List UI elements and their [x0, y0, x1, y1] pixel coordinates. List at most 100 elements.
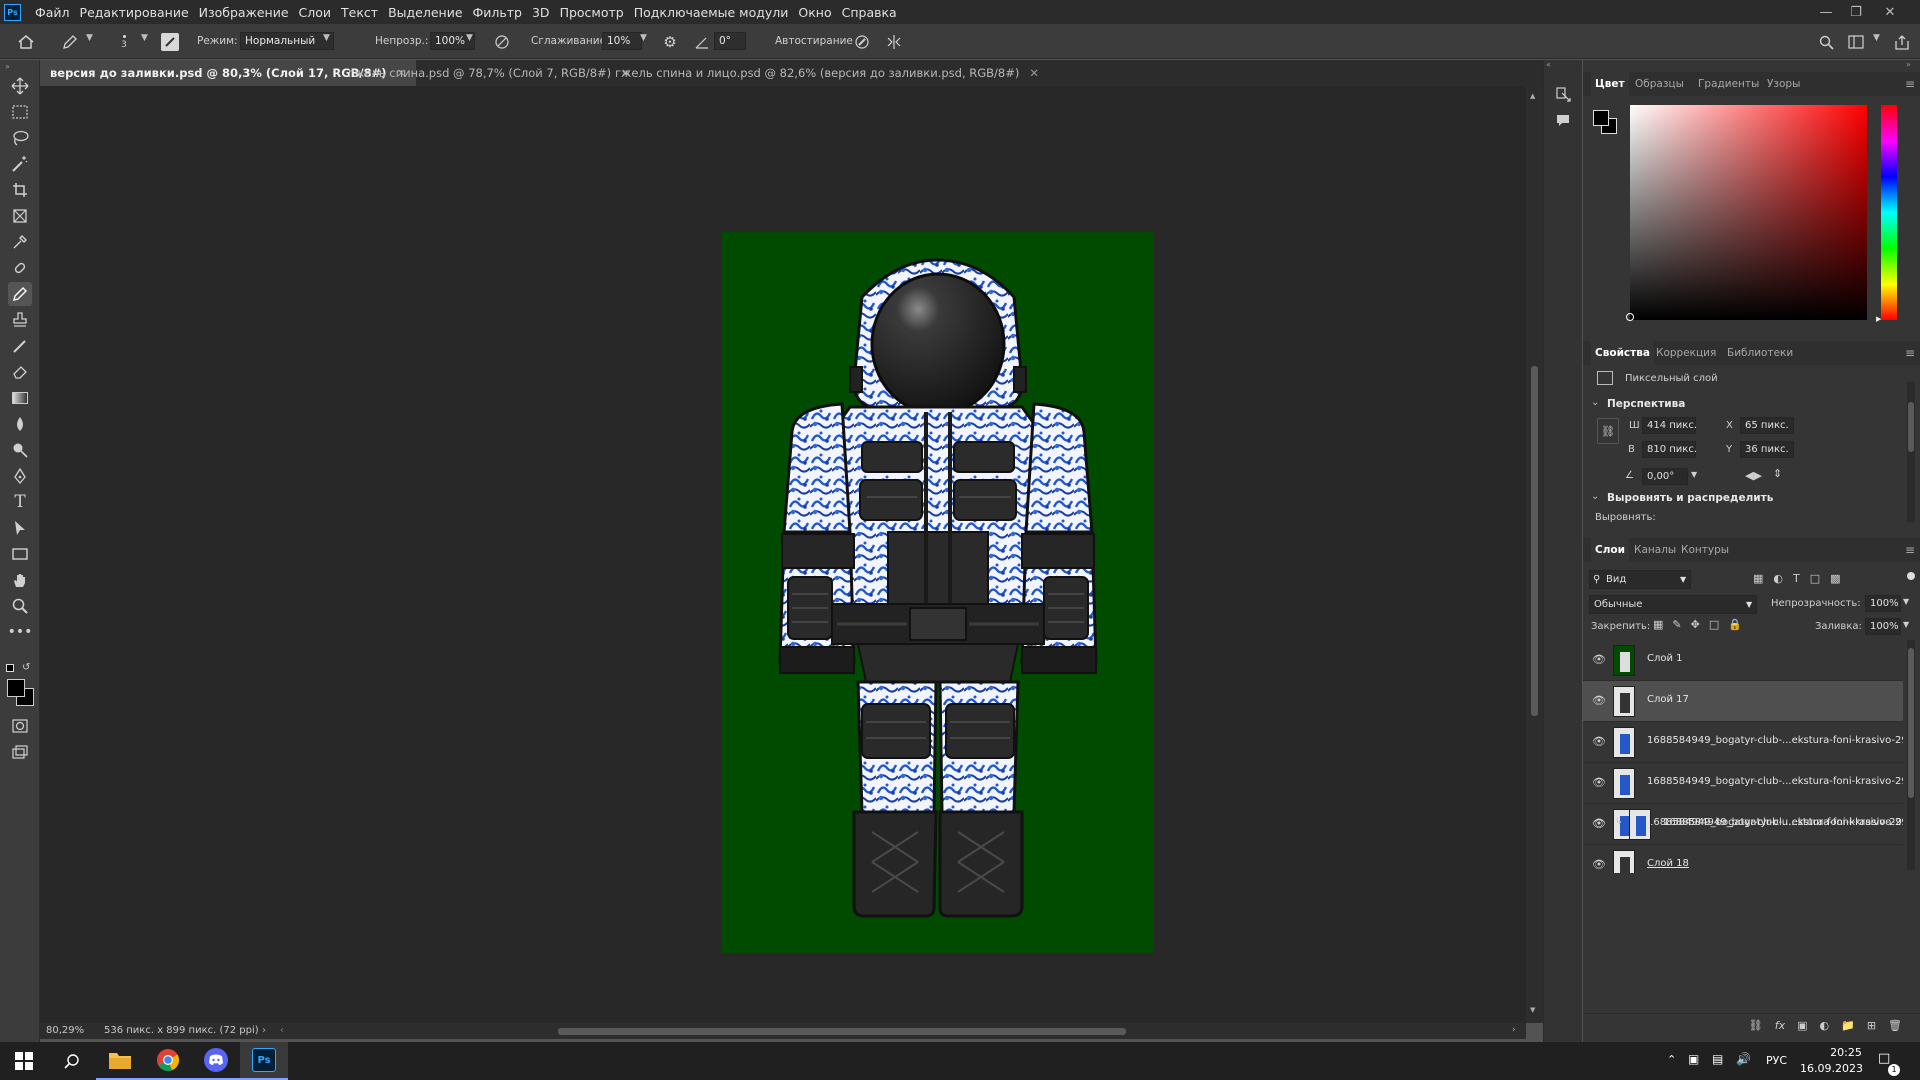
perspective-chevron-icon[interactable]: ⌄ [1591, 397, 1599, 408]
move-tool-icon[interactable] [8, 74, 32, 98]
status-menu-icon[interactable]: › [262, 1023, 266, 1039]
menu-select[interactable]: Выделение [383, 5, 467, 20]
discord-icon[interactable] [192, 1042, 240, 1080]
layer-filter-select[interactable]: ⚲ Вид ▼ [1589, 570, 1691, 589]
type-tool-icon[interactable]: T [8, 490, 32, 514]
tab-libraries[interactable]: Библиотеки [1727, 341, 1793, 365]
tab-properties[interactable]: Свойства [1591, 341, 1654, 365]
filter-toggle-icon[interactable] [1907, 572, 1915, 580]
color-foreground-swatch[interactable] [1593, 110, 1609, 126]
tab-patterns[interactable]: Узоры [1767, 72, 1800, 96]
visibility-eye-icon[interactable]: 👁 [1592, 735, 1606, 748]
volume-icon[interactable]: 🔊 [1736, 1052, 1751, 1066]
lock-pixels-icon[interactable]: ✎ [1672, 618, 1681, 631]
scroll-down-icon[interactable]: ▼ [1530, 1006, 1535, 1014]
layer-effects-icon[interactable]: fx [1775, 1019, 1785, 1032]
layer-name[interactable]: 1688584949_bogatyr-club-...ekstura-foni-… [1647, 735, 1903, 746]
more-tools-icon[interactable]: ••• [8, 620, 33, 644]
smoothing-dropdown-icon[interactable]: ▼ [640, 33, 647, 43]
panel-menu-icon[interactable]: ≡ [1905, 72, 1915, 96]
scroll-up-icon[interactable]: ▲ [1530, 92, 1535, 100]
lasso-tool-icon[interactable] [8, 126, 32, 150]
layers-scroll-thumb[interactable] [1908, 648, 1914, 798]
close-tab-icon[interactable]: ✕ [1029, 66, 1039, 80]
workspace-icon[interactable] [1846, 32, 1866, 52]
history-panel-icon[interactable] [1553, 84, 1573, 104]
mode-select[interactable]: Нормальный [240, 32, 334, 50]
tab-adjustments[interactable]: Коррекция [1656, 341, 1716, 365]
photoshop-taskbar-icon[interactable]: Ps [240, 1042, 288, 1080]
add-mask-icon[interactable]: ▣ [1797, 1019, 1807, 1032]
collapse-right-panels-icon[interactable]: » [1906, 60, 1911, 69]
close-window-icon[interactable]: ✕ [1876, 0, 1904, 24]
pencil-tool-icon[interactable] [8, 282, 32, 306]
tab-color[interactable]: Цвет [1591, 72, 1629, 96]
menu-3d[interactable]: 3D [527, 5, 555, 20]
marquee-tool-icon[interactable] [8, 100, 32, 124]
new-layer-icon[interactable]: ⊞ [1867, 1019, 1876, 1032]
color-picker-cursor[interactable] [1626, 313, 1634, 321]
lock-position-icon[interactable]: ✥ [1691, 618, 1700, 631]
height-input[interactable]: 810 пикс. [1642, 441, 1697, 458]
gradient-tool-icon[interactable] [8, 386, 32, 410]
visibility-eye-icon[interactable]: 👁 [1592, 776, 1606, 789]
vertical-scroll-thumb[interactable] [1531, 366, 1538, 716]
language-indicator[interactable]: РУС [1766, 1054, 1787, 1067]
properties-scrollbar[interactable] [1907, 382, 1915, 522]
zoom-tool-icon[interactable] [8, 594, 32, 618]
tab-layers[interactable]: Слои [1591, 538, 1629, 562]
smoothing-input[interactable]: 10% [602, 32, 642, 50]
fill-input[interactable]: 100% [1865, 618, 1901, 635]
pressure-size-icon[interactable] [852, 32, 872, 52]
properties-menu-icon[interactable]: ≡ [1905, 341, 1915, 365]
link-dimensions-icon[interactable]: ⛓ [1597, 418, 1619, 444]
eraser-tool-icon[interactable] [8, 360, 32, 384]
width-input[interactable]: 414 пикс. [1642, 417, 1697, 434]
network-icon[interactable]: ▤ [1712, 1052, 1723, 1066]
chrome-icon[interactable] [144, 1042, 192, 1080]
layer-name[interactable]: 1688584949_bogatyr-clu...stura-foni-kras… [1663, 817, 1902, 828]
crop-tool-icon[interactable] [8, 178, 32, 202]
lock-artboard-icon[interactable]: □ [1709, 618, 1719, 631]
menu-edit[interactable]: Редактирование [75, 5, 194, 20]
link-layers-icon[interactable]: ⛓ [1749, 1019, 1763, 1032]
layer-row-clipped[interactable]: 👁 ↳ 1688584949_bogatyr-clu...stura-foni-… [1583, 804, 1903, 845]
opacity-dropdown-icon[interactable]: ▼ [466, 33, 473, 43]
flip-vertical-icon[interactable]: ⇕ [1773, 467, 1782, 480]
pressure-opacity-icon[interactable] [492, 32, 512, 52]
blur-tool-icon[interactable] [8, 412, 32, 436]
clock-time[interactable]: 20:25 [1822, 1046, 1870, 1059]
align-section-title[interactable]: Выровнять и распределить [1607, 492, 1773, 504]
swap-colors-icon[interactable]: ↺ [22, 662, 30, 673]
filter-pixel-icon[interactable]: ▦ [1753, 572, 1763, 588]
stamp-tool-icon[interactable] [8, 308, 32, 332]
menu-help[interactable]: Справка [837, 5, 902, 20]
brush-size-picker[interactable]: 3 [116, 30, 132, 54]
brush-dropdown-icon[interactable]: ▼ [141, 33, 148, 43]
restore-window-icon[interactable]: ❐ [1842, 0, 1870, 24]
file-explorer-icon[interactable] [96, 1042, 144, 1080]
layer-row[interactable]: 👁 1688584949_bogatyr-club-...ekstura-fon… [1583, 722, 1903, 763]
history-brush-tool-icon[interactable] [8, 334, 32, 358]
collapse-toolbar-icon[interactable]: » [5, 62, 10, 71]
filter-adjustment-icon[interactable]: ◐ [1773, 572, 1783, 588]
tab-paths[interactable]: Контуры [1681, 538, 1729, 562]
screen-mode-icon[interactable] [8, 740, 32, 764]
filter-shape-icon[interactable]: □ [1810, 572, 1820, 588]
layers-menu-icon[interactable]: ≡ [1905, 538, 1915, 562]
comments-panel-icon[interactable] [1553, 110, 1573, 130]
blend-mode-select[interactable]: Обычные ▼ [1589, 595, 1757, 614]
scroll-right-icon[interactable]: › [1512, 1025, 1516, 1035]
healing-brush-tool-icon[interactable] [8, 256, 32, 280]
symmetry-icon[interactable] [884, 32, 904, 52]
visibility-eye-icon[interactable]: 👁 [1592, 817, 1606, 830]
clock-date[interactable]: 16.09.2023 [1800, 1062, 1863, 1075]
menu-image[interactable]: Изображение [194, 5, 294, 20]
tab-document-3[interactable]: гжель спина и лицо.psd @ 82,6% (версия д… [605, 60, 1049, 86]
y-input[interactable]: 36 пикс. [1740, 441, 1794, 458]
scroll-left-icon[interactable]: ‹ [280, 1023, 284, 1039]
layer-name[interactable]: Слой 18 [1647, 858, 1689, 869]
visibility-eye-icon[interactable]: 👁 [1592, 858, 1606, 871]
rectangle-tool-icon[interactable] [8, 542, 32, 566]
document-canvas[interactable] [722, 232, 1154, 953]
